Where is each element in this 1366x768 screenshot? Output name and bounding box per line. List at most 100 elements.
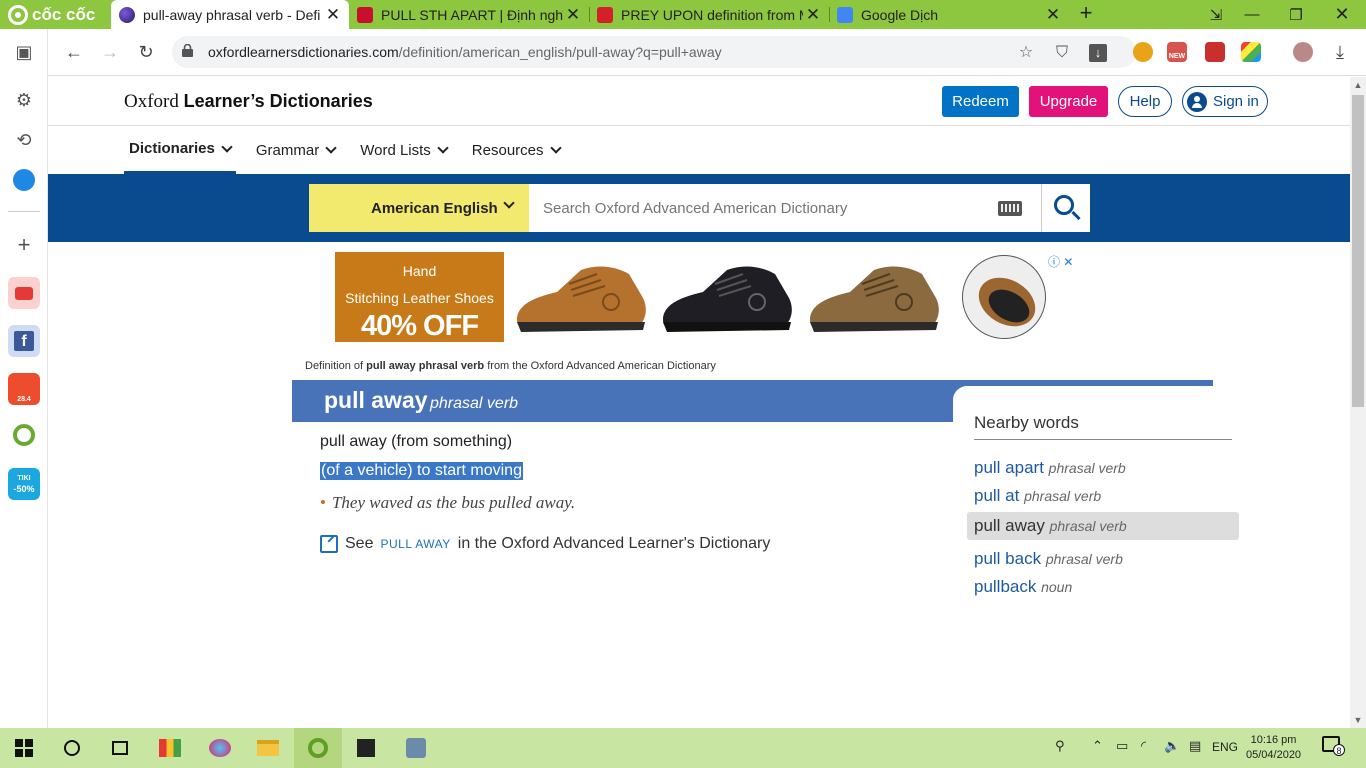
upgrade-button[interactable]: Upgrade (1029, 86, 1108, 117)
wifi-icon[interactable]: ◜ (1141, 738, 1146, 754)
tiki-icon[interactable]: TIKI -50% (8, 468, 40, 500)
dictionary-select[interactable]: American English (309, 184, 529, 232)
url-text: oxfordlearnersdictionaries.com/definitio… (208, 44, 722, 60)
tab-google-translate[interactable]: Google Dịch ✕ (829, 0, 1069, 29)
tab-pull-away[interactable]: pull-away phrasal verb - Defi ✕ (111, 0, 349, 29)
sidebar-divider (8, 211, 40, 212)
facebook-icon[interactable]: f (8, 325, 40, 357)
file-explorer-icon[interactable] (244, 728, 292, 768)
close-icon[interactable]: ✕ (563, 5, 583, 25)
keyboard-icon[interactable] (998, 201, 1022, 216)
definition-caption: Definition of pull away phrasal verb fro… (305, 360, 716, 372)
tab-title: PREY UPON definition from M (621, 6, 803, 23)
tab-prey-upon[interactable]: PREY UPON definition from M ✕ (589, 0, 829, 29)
downloads-icon[interactable]: ⤓ (1325, 37, 1355, 67)
paint-app-icon[interactable] (196, 728, 244, 768)
nearby-word-item[interactable]: pull apart phrasal verb (974, 458, 1126, 478)
help-button[interactable]: Help (1118, 86, 1172, 117)
tab-pull-sth-apart[interactable]: PULL STH APART | Định nghĩa ✕ (349, 0, 589, 29)
nearby-words-panel: Nearby words pull apart phrasal verb pul… (953, 386, 1246, 616)
main-navigation: Dictionaries Grammar Word Lists Resource… (124, 126, 580, 174)
ad-close-icon[interactable]: ⓘ ✕ (1048, 253, 1073, 270)
extension-red-icon[interactable] (1205, 42, 1225, 62)
sign-in-button[interactable]: Sign in (1182, 86, 1268, 117)
ad-shoe-black-image (663, 266, 792, 332)
task-view-icon[interactable] (96, 728, 144, 768)
close-window-button[interactable]: ✕ (1322, 0, 1362, 29)
tab-search-icon[interactable]: ⇲ (1196, 0, 1236, 29)
profile-avatar[interactable] (1293, 42, 1313, 62)
scrollbar-thumb[interactable] (1352, 95, 1364, 407)
ad-promo-panel: Hand Stitching Leather Shoes 40% OFF (335, 252, 504, 342)
page-scrollbar[interactable]: ▲ ▼ (1350, 77, 1366, 728)
sticky-notes-icon[interactable] (342, 728, 390, 768)
nav-grammar[interactable]: Grammar (251, 126, 340, 174)
maximize-button[interactable]: ❐ (1276, 0, 1316, 29)
coccoc-taskbar-icon[interactable] (294, 728, 342, 768)
language-indicator[interactable]: ENG (1212, 740, 1238, 754)
browser-tab-bar: cốc cốc pull-away phrasal verb - Defi ✕ … (0, 0, 1366, 29)
reload-button[interactable]: ↻ (131, 37, 161, 67)
minimize-button[interactable]: — (1232, 0, 1272, 29)
messenger-icon[interactable] (8, 164, 40, 196)
battery-icon[interactable]: ▭ (1116, 738, 1128, 754)
shopee-icon[interactable]: 28.4 (8, 373, 40, 405)
nearby-word-item[interactable]: pullback noun (974, 577, 1072, 597)
extension-coccoc-icon[interactable] (1133, 42, 1153, 62)
address-bar[interactable]: oxfordlearnersdictionaries.com/definitio… (172, 36, 1136, 68)
windows-start-icon[interactable] (0, 728, 48, 768)
see-also-target[interactable]: PULL AWAY (380, 537, 450, 551)
forward-button[interactable]: → (95, 37, 125, 67)
keyboard-tray-icon[interactable]: ▤ (1189, 738, 1201, 754)
nav-dictionaries[interactable]: Dictionaries (124, 126, 236, 174)
people-icon[interactable]: ⚲ (1055, 738, 1065, 754)
redeem-button[interactable]: Redeem (942, 86, 1019, 117)
add-shortcut-icon[interactable]: + (8, 229, 40, 261)
volume-icon[interactable]: 🔈 (1164, 738, 1180, 754)
chevron-down-icon (549, 142, 562, 154)
coccoc-logo-icon (8, 4, 28, 25)
nearby-word-current[interactable]: pull away phrasal verb (967, 512, 1239, 540)
notification-center-icon[interactable]: 8 (1322, 736, 1345, 756)
scroll-down-arrow-icon[interactable]: ▼ (1350, 712, 1366, 728)
chevron-down-icon (437, 142, 449, 154)
search-band: American English (48, 174, 1350, 242)
tab-title: PULL STH APART | Định nghĩa (381, 6, 563, 23)
nav-word-lists[interactable]: Word Lists (355, 126, 452, 174)
clock[interactable]: 10:16 pm 05/04/2020 (1246, 733, 1301, 763)
history-icon[interactable]: ⟲ (8, 124, 40, 156)
close-icon[interactable]: ✕ (1043, 5, 1063, 25)
app-store-icon[interactable] (146, 728, 194, 768)
oxford-logo[interactable]: Oxford Learner’s Dictionaries (124, 91, 373, 113)
coccoc-green-icon[interactable] (8, 419, 40, 451)
nearby-word-item[interactable]: pull back phrasal verb (974, 549, 1123, 569)
settings-icon[interactable]: ⚙ (8, 84, 40, 116)
ad-shoe-sole-image (962, 255, 1046, 339)
search-input[interactable] (529, 184, 1041, 232)
download-page-icon[interactable]: ↓ (1089, 44, 1107, 62)
close-icon[interactable]: ✕ (323, 5, 343, 25)
nav-resources[interactable]: Resources (467, 126, 565, 174)
advertisement-banner[interactable]: Hand Stitching Leather Shoes 40% OFF (335, 252, 1047, 342)
desktop-app-icon[interactable] (392, 728, 440, 768)
bookmark-star-icon[interactable]: ☆ (1017, 44, 1035, 62)
sense-definition: (of a vehicle) to start moving (320, 462, 523, 480)
user-icon (1187, 91, 1207, 112)
youtube-icon[interactable] (8, 277, 40, 309)
close-icon[interactable]: ✕ (803, 5, 823, 25)
search-button[interactable] (1041, 184, 1090, 232)
back-button[interactable]: ← (59, 37, 89, 67)
show-hidden-icons-chevron-icon[interactable]: ⌃ (1092, 738, 1103, 754)
sidebar-toggle-icon[interactable]: ▣ (8, 36, 40, 68)
search-circle-icon[interactable] (48, 728, 96, 768)
oxford-favicon-icon (119, 6, 135, 23)
nearby-word-item[interactable]: pull at phrasal verb (974, 486, 1101, 506)
shield-icon[interactable]: ⛉ (1053, 44, 1071, 62)
see-also-link[interactable]: See PULL AWAY in the Oxford Advanced Lea… (320, 535, 770, 553)
part-of-speech: phrasal verb (430, 395, 519, 412)
extension-colorful-icon[interactable] (1241, 42, 1261, 62)
coccoc-menu-button[interactable]: cốc cốc (0, 0, 111, 29)
extension-new-icon[interactable]: NEW (1167, 42, 1187, 62)
new-tab-button[interactable]: + (1074, 2, 1098, 26)
scroll-up-arrow-icon[interactable]: ▲ (1350, 77, 1366, 93)
